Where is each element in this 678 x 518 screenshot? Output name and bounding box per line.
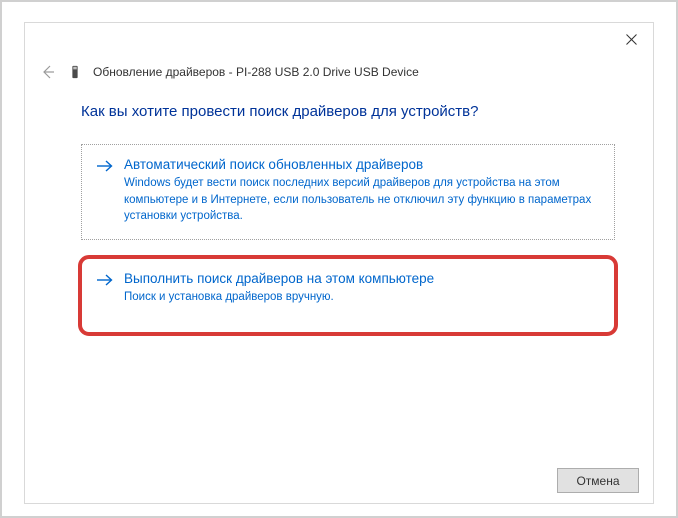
screenshot-frame: Обновление драйверов - PI-288 USB 2.0 Dr…: [0, 0, 678, 518]
titlebar: [25, 23, 653, 55]
option-manual-title: Выполнить поиск драйверов на этом компью…: [124, 271, 598, 286]
close-icon: [626, 34, 637, 45]
back-button[interactable]: [39, 63, 57, 81]
arrow-right-icon: [96, 159, 114, 225]
back-arrow-icon: [40, 64, 56, 80]
dialog-window: Обновление драйверов - PI-288 USB 2.0 Dr…: [24, 22, 654, 504]
option-auto-desc: Windows будет вести поиск последних верс…: [124, 175, 598, 225]
option-auto-content: Автоматический поиск обновленных драйвер…: [124, 157, 598, 225]
header-row: Обновление драйверов - PI-288 USB 2.0 Dr…: [25, 55, 653, 85]
option-manual-desc: Поиск и установка драйверов вручную.: [124, 289, 598, 306]
header-prefix: Обновление драйверов: [93, 65, 225, 79]
close-button[interactable]: [611, 25, 651, 53]
arrow-right-icon: [96, 273, 114, 306]
option-auto-title: Автоматический поиск обновленных драйвер…: [124, 157, 598, 172]
header-title: Обновление драйверов - PI-288 USB 2.0 Dr…: [93, 65, 419, 79]
content-area: Как вы хотите провести поиск драйверов д…: [25, 85, 653, 458]
cancel-button[interactable]: Отмена: [557, 468, 639, 493]
option-auto-search[interactable]: Автоматический поиск обновленных драйвер…: [81, 144, 615, 240]
question-heading: Как вы хотите провести поиск драйверов д…: [81, 103, 615, 120]
device-icon: [67, 64, 83, 80]
footer: Отмена: [25, 458, 653, 503]
option-manual-content: Выполнить поиск драйверов на этом компью…: [124, 271, 598, 306]
option-manual-search[interactable]: Выполнить поиск драйверов на этом компью…: [81, 258, 615, 333]
header-device-name: PI-288 USB 2.0 Drive USB Device: [236, 65, 419, 79]
